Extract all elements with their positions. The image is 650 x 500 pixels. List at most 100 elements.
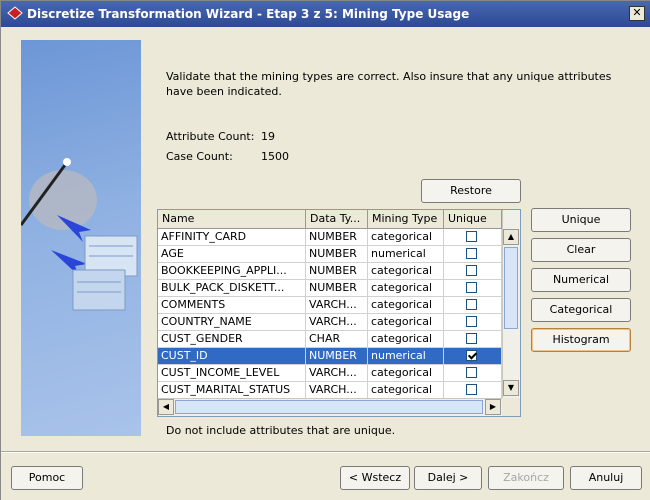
wizard-app-icon	[7, 6, 23, 20]
unique-checkbox[interactable]	[466, 384, 477, 395]
cell-mining-type: categorical	[368, 382, 444, 398]
footer-divider	[1, 451, 650, 453]
case-count-value: 1500	[261, 150, 289, 163]
cell-name: CUST_ID	[158, 348, 306, 364]
cell-data-type: NUMBER	[306, 246, 368, 262]
column-header-data-type[interactable]: Data Ty...	[306, 210, 368, 229]
case-count-label: Case Count:	[166, 150, 233, 163]
wizard-side-image	[21, 40, 141, 436]
finish-button: Zakończ	[488, 466, 564, 490]
table-row[interactable]: AGE NUMBER numerical	[158, 246, 502, 263]
cancel-button[interactable]: Anuluj	[570, 466, 642, 490]
cell-unique	[444, 263, 502, 279]
clear-button[interactable]: Clear	[531, 238, 631, 262]
numerical-button[interactable]: Numerical	[531, 268, 631, 292]
attribute-count-label: Attribute Count:	[166, 130, 255, 143]
cell-data-type: NUMBER	[306, 263, 368, 279]
horizontal-scroll-thumb[interactable]	[175, 400, 483, 414]
table-row[interactable]: COMMENTS VARCH... categorical	[158, 297, 502, 314]
cell-data-type: CHAR	[306, 331, 368, 347]
cell-unique	[444, 280, 502, 296]
table-row[interactable]: CUST_MARITAL_STATUS VARCH... categorical	[158, 382, 502, 399]
table-header: Name Data Ty... Mining Type Unique	[158, 210, 502, 229]
column-header-name[interactable]: Name	[158, 210, 306, 229]
wizard-window: Discretize Transformation Wizard - Etap …	[0, 0, 650, 500]
unique-checkbox[interactable]	[466, 265, 477, 276]
cell-name: BOOKKEEPING_APPLI...	[158, 263, 306, 279]
unique-checkbox[interactable]	[466, 248, 477, 259]
table-row[interactable]: CUST_ID NUMBER numerical	[158, 348, 502, 365]
unique-checkbox[interactable]	[466, 367, 477, 378]
attribute-count-value: 19	[261, 130, 275, 143]
cell-name: COMMENTS	[158, 297, 306, 313]
unique-checkbox[interactable]	[466, 282, 477, 293]
attributes-table: Name Data Ty... Mining Type Unique AFFIN…	[157, 209, 521, 417]
histogram-button[interactable]: Histogram	[531, 328, 631, 352]
table-row[interactable]: AFFINITY_CARD NUMBER categorical	[158, 229, 502, 246]
cell-data-type: NUMBER	[306, 280, 368, 296]
cell-unique	[444, 229, 502, 245]
scroll-left-button[interactable]: ◀	[158, 399, 174, 415]
scroll-up-button[interactable]: ▲	[503, 229, 519, 245]
cell-data-type: VARCH...	[306, 297, 368, 313]
unique-checkbox[interactable]	[466, 316, 477, 327]
unique-checkbox[interactable]	[466, 333, 477, 344]
cell-data-type: NUMBER	[306, 229, 368, 245]
cell-mining-type: categorical	[368, 314, 444, 330]
cell-mining-type: categorical	[368, 263, 444, 279]
cell-unique	[444, 348, 502, 364]
scroll-down-button[interactable]: ▼	[503, 380, 519, 396]
column-header-unique[interactable]: Unique	[444, 210, 502, 229]
restore-button[interactable]: Restore	[421, 179, 521, 203]
unique-checkbox[interactable]	[466, 299, 477, 310]
cell-unique	[444, 382, 502, 398]
help-button[interactable]: Pomoc	[11, 466, 83, 490]
cell-mining-type: numerical	[368, 348, 444, 364]
table-row[interactable]: CUST_INCOME_LEVEL VARCH... categorical	[158, 365, 502, 382]
magic-wand-illustration	[21, 158, 138, 311]
cell-mining-type: categorical	[368, 280, 444, 296]
wizard-content: Validate that the mining types are corre…	[1, 27, 650, 500]
scrollbar-corner	[502, 398, 520, 416]
cell-data-type: VARCH...	[306, 314, 368, 330]
horizontal-scrollbar[interactable]: ◀ ▶	[158, 398, 502, 416]
table-row[interactable]: BOOKKEEPING_APPLI... NUMBER categorical	[158, 263, 502, 280]
cell-unique	[444, 365, 502, 381]
table-row[interactable]: COUNTRY_NAME VARCH... categorical	[158, 314, 502, 331]
table-row[interactable]: CUST_GENDER CHAR categorical	[158, 331, 502, 348]
cell-mining-type: numerical	[368, 246, 444, 262]
cell-unique	[444, 314, 502, 330]
description-text: Validate that the mining types are corre…	[166, 70, 612, 98]
title-bar: Discretize Transformation Wizard - Etap …	[1, 1, 650, 27]
categorical-button[interactable]: Categorical	[531, 298, 631, 322]
next-button[interactable]: Dalej >	[414, 466, 482, 490]
cell-unique	[444, 297, 502, 313]
close-button[interactable]: ✕	[629, 6, 645, 21]
cell-unique	[444, 246, 502, 262]
cell-name: CUST_GENDER	[158, 331, 306, 347]
cell-name: AGE	[158, 246, 306, 262]
cell-name: CUST_MARITAL_STATUS	[158, 382, 306, 398]
cell-name: COUNTRY_NAME	[158, 314, 306, 330]
cell-mining-type: categorical	[368, 297, 444, 313]
cell-unique	[444, 331, 502, 347]
back-button[interactable]: < Wstecz	[340, 466, 410, 490]
unique-checkbox[interactable]	[466, 231, 477, 242]
cell-data-type: VARCH...	[306, 365, 368, 381]
column-header-mining-type[interactable]: Mining Type	[368, 210, 444, 229]
table-row[interactable]: BULK_PACK_DISKETT... NUMBER categorical	[158, 280, 502, 297]
vertical-scrollbar[interactable]: ▲ ▼	[502, 210, 520, 398]
cell-name: CUST_INCOME_LEVEL	[158, 365, 306, 381]
cell-data-type: NUMBER	[306, 348, 368, 364]
cell-mining-type: categorical	[368, 331, 444, 347]
vertical-scroll-thumb[interactable]	[504, 247, 518, 329]
unique-button[interactable]: Unique	[531, 208, 631, 232]
unique-note: Do not include attributes that are uniqu…	[166, 424, 396, 437]
window-title: Discretize Transformation Wizard - Etap …	[27, 7, 470, 21]
scroll-right-button[interactable]: ▶	[485, 399, 501, 415]
cell-name: BULK_PACK_DISKETT...	[158, 280, 306, 296]
cell-data-type: VARCH...	[306, 382, 368, 398]
cell-mining-type: categorical	[368, 229, 444, 245]
unique-checkbox[interactable]	[466, 350, 477, 361]
cell-mining-type: categorical	[368, 365, 444, 381]
